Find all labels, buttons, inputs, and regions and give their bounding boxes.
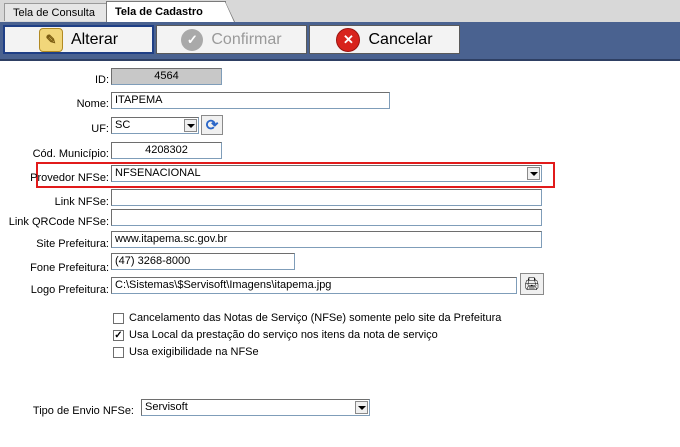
chevron-down-icon[interactable] (184, 119, 197, 132)
link-qrcode-input[interactable] (111, 209, 542, 226)
toolbar: ✎ Alterar ✓ Confirmar ✕ Cancelar (0, 22, 680, 61)
alterar-button[interactable]: ✎ Alterar (3, 25, 154, 54)
chevron-down-icon[interactable] (527, 167, 540, 180)
link-nfse-label: Link NFSe: (54, 196, 109, 208)
exigibilidade-checkbox-label: Usa exigibilidade na NFSe (129, 346, 259, 358)
link-qrcode-label: Link QRCode NFSe: (8, 216, 109, 228)
check-icon: ✓ (181, 28, 204, 51)
provedor-nfse-value: NFSENACIONAL (115, 167, 201, 179)
confirmar-button[interactable]: ✓ Confirmar (156, 25, 307, 54)
tipo-envio-label: Tipo de Envio NFSe: (32, 405, 134, 417)
fone-prefeitura-label: Fone Prefeitura: (30, 262, 109, 274)
usa-local-checkbox[interactable]: ✓ (113, 330, 124, 341)
link-nfse-input[interactable] (111, 189, 542, 206)
tab-bar: Tela de Consulta Tela de Cadastro (0, 0, 680, 23)
cod-municipio-input[interactable]: 4208302 (111, 142, 222, 159)
uf-label: UF: (91, 123, 109, 135)
site-prefeitura-label: Site Prefeitura: (36, 238, 109, 250)
id-label: ID: (94, 74, 109, 86)
chevron-down-icon[interactable] (355, 401, 368, 414)
tipo-envio-value: Servisoft (145, 401, 188, 413)
fone-prefeitura-input[interactable]: (47) 3268-8000 (111, 253, 295, 270)
printer-icon: 🖨 (523, 276, 541, 291)
nome-input[interactable]: ITAPEMA (111, 92, 390, 109)
exigibilidade-checkbox[interactable] (113, 347, 124, 358)
cancelar-label: Cancelar (368, 30, 433, 48)
cancelamento-checkbox-label: Cancelamento das Notas de Serviço (NFSe)… (129, 312, 502, 324)
confirmar-label: Confirmar (211, 30, 282, 48)
provedor-nfse-select[interactable]: NFSENACIONAL (111, 165, 542, 182)
pencil-icon: ✎ (38, 27, 63, 52)
nome-label: Nome: (76, 98, 109, 110)
logo-browse-button[interactable]: 🖨 (520, 273, 544, 295)
alterar-label: Alterar (70, 30, 119, 48)
usa-local-checkbox-label: Usa Local da prestação do serviço nos it… (129, 329, 438, 341)
provedor-nfse-label: Provedor NFSe: (30, 172, 109, 184)
id-field: 4564 (111, 68, 222, 85)
site-prefeitura-input[interactable]: www.itapema.sc.gov.br (111, 231, 542, 248)
refresh-icon: ⟳ (205, 117, 219, 134)
cancelar-button[interactable]: ✕ Cancelar (309, 25, 460, 54)
logo-prefeitura-label: Logo Prefeitura: (30, 284, 109, 296)
uf-select[interactable]: SC (111, 117, 199, 134)
uf-value: SC (115, 119, 131, 131)
cancelamento-checkbox[interactable] (113, 313, 124, 324)
cancel-icon: ✕ (336, 27, 361, 52)
tipo-envio-select[interactable]: Servisoft (141, 399, 370, 416)
tab-consulta[interactable]: Tela de Consulta (4, 3, 107, 21)
cod-municipio-label: Cód. Município: (32, 148, 109, 160)
tab-cadastro[interactable]: Tela de Cadastro (106, 1, 235, 22)
logo-prefeitura-input[interactable]: C:\Sistemas\$Servisoft\Imagens\itapema.j… (111, 277, 517, 294)
refresh-button[interactable]: ⟳ (201, 115, 223, 135)
